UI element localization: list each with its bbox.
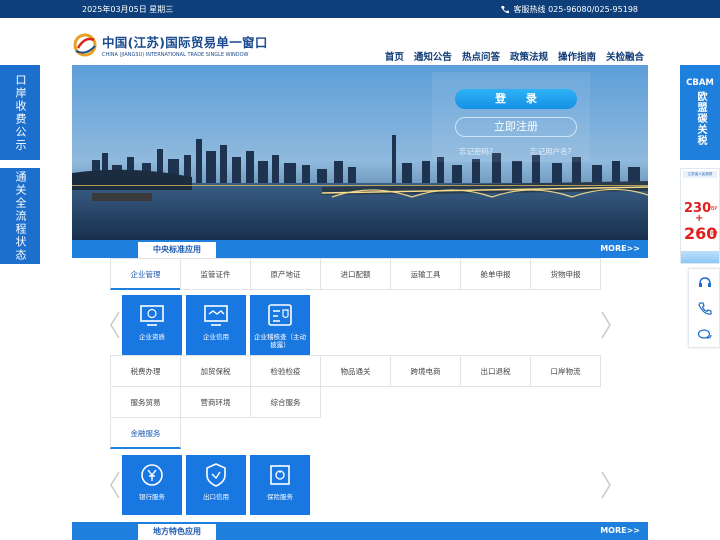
category-service-trade[interactable]: 服务贸易: [110, 386, 181, 418]
handshake-icon: [204, 305, 228, 326]
central-more-link[interactable]: MORE>>: [600, 244, 640, 253]
category-cross-border[interactable]: 跨境电商: [390, 355, 461, 387]
logo-title: 中国(江苏)国际贸易单一窗口: [102, 35, 268, 50]
category-row-2: 税费办理 加贸保税 检验检疫 物品通关 跨境电商 出口退税 口岸物流: [110, 355, 601, 387]
tiles-enterprise: 企业资质 企业信用 企业稽核查（主动披露）: [122, 295, 310, 355]
category-port-logistics[interactable]: 口岸物流: [530, 355, 601, 387]
tile-label: 银行服务: [139, 493, 165, 501]
category-row-4: 金融服务: [110, 417, 181, 449]
cbam-button[interactable]: CBAM 欧盟碳关税: [680, 65, 720, 160]
nav-guide[interactable]: 操作指南: [558, 49, 596, 63]
forgot-password-link[interactable]: 忘记密码?: [459, 146, 493, 157]
tile-label: 企业资质: [139, 333, 165, 341]
category-export-rebate[interactable]: 出口退税: [460, 355, 531, 387]
tile-insurance-service[interactable]: 保险服务: [250, 455, 310, 515]
carousel-prev-icon[interactable]: [109, 310, 121, 340]
carousel-next-icon[interactable]: [600, 310, 612, 340]
category-row-1: 企业管理 监管证件 原产地证 进口配额 运输工具 舱单申报 货物申报: [110, 258, 601, 290]
chat-icon[interactable]: [697, 327, 713, 343]
tile-label: 企业信用: [203, 333, 229, 341]
phone-icon: [500, 5, 509, 13]
logo-emblem-icon: [73, 33, 97, 57]
bp-promo-banner[interactable]: 江苏省人民政府 230 BP + 260 BP: [680, 168, 720, 264]
local-more-link[interactable]: MORE>>: [600, 526, 640, 535]
service-hotline: 客服热线 025-96080/025-95198: [500, 4, 638, 15]
safe-box-icon: [270, 465, 290, 485]
current-date: 2025年03月05日 星期三: [82, 5, 174, 14]
forgot-username-link[interactable]: 忘记用户名?: [530, 146, 571, 157]
category-business-env[interactable]: 营商环境: [180, 386, 251, 418]
service-toolbar: [688, 268, 720, 348]
carousel-prev-icon[interactable]: [109, 470, 121, 500]
category-manifest[interactable]: 舱单申报: [460, 258, 531, 290]
category-transport[interactable]: 运输工具: [390, 258, 461, 290]
central-section-bar: 中央标准应用 MORE>>: [72, 240, 648, 258]
bp-unit-2: BP: [711, 231, 718, 237]
yuan-coin-icon: [141, 464, 163, 486]
top-bar: 2025年03月05日 星期三 客服热线 025-96080/025-95198: [0, 0, 720, 18]
category-import-quota[interactable]: 进口配额: [320, 258, 391, 290]
bp-decoration: [681, 251, 719, 263]
cbam-subtitle: 欧盟碳关税: [695, 91, 706, 146]
monitor-icon: [140, 305, 164, 326]
site-logo[interactable]: 中国(江苏)国际贸易单一窗口 CHINA (JIANGSU) INTERNATI…: [72, 32, 268, 58]
tile-label: 出口信用: [203, 493, 229, 501]
phone-call-icon[interactable]: [697, 301, 713, 317]
category-integrated-service[interactable]: 综合服务: [250, 386, 321, 418]
category-articles[interactable]: 物品通关: [320, 355, 391, 387]
tile-label: 企业稽核查（主动披露）: [254, 333, 306, 349]
nav-home[interactable]: 首页: [385, 49, 404, 63]
bp-unit-1: BP: [711, 206, 718, 212]
plus-icon: +: [695, 213, 704, 224]
login-button[interactable]: 登 录: [455, 89, 577, 109]
category-regulatory-cert[interactable]: 监管证件: [180, 258, 251, 290]
shield-icon: [206, 463, 226, 487]
category-financial[interactable]: 金融服务: [110, 417, 181, 449]
nav-notices[interactable]: 通知公告: [414, 49, 452, 63]
port-fee-publicity-button[interactable]: 口岸收费公示: [0, 65, 40, 160]
logo-subtitle: CHINA (JIANGSU) INTERNATIONAL TRADE SING…: [102, 52, 249, 58]
audit-document-icon: [268, 304, 292, 326]
tile-enterprise-audit[interactable]: 企业稽核查（主动披露）: [250, 295, 310, 355]
header: 中国(江苏)国际贸易单一窗口 CHINA (JIANGSU) INTERNATI…: [0, 18, 720, 65]
main-nav: 首页 通知公告 热点问答 政策法规 操作指南 关检融合: [385, 49, 644, 63]
headset-icon[interactable]: [697, 275, 713, 291]
category-origin-cert[interactable]: 原产地证: [250, 258, 321, 290]
carousel-next-icon[interactable]: [600, 470, 612, 500]
local-section-bar: 地方特色应用 MORE>>: [72, 522, 648, 540]
tile-label: 保险服务: [267, 493, 293, 501]
category-goods-declaration[interactable]: 货物申报: [530, 258, 601, 290]
category-enterprise-mgmt[interactable]: 企业管理: [110, 258, 181, 290]
bp-header: 江苏省人民政府: [683, 171, 717, 178]
category-row-3: 服务贸易 营商环境 综合服务: [110, 386, 321, 418]
tile-enterprise-credit[interactable]: 企业信用: [186, 295, 246, 355]
clearance-status-button[interactable]: 通关全流程状态: [0, 168, 40, 264]
tile-export-credit[interactable]: 出口信用: [186, 455, 246, 515]
tab-central-apps[interactable]: 中央标准应用: [138, 240, 216, 258]
category-tax[interactable]: 税费办理: [110, 355, 181, 387]
tile-enterprise-qualification[interactable]: 企业资质: [122, 295, 182, 355]
hotline-text: 客服热线 025-96080/025-95198: [513, 5, 638, 14]
tab-local-apps[interactable]: 地方特色应用: [138, 522, 216, 540]
tiles-financial: 银行服务 出口信用 保险服务: [122, 455, 310, 515]
nav-faq[interactable]: 热点问答: [462, 49, 500, 63]
tile-bank-service[interactable]: 银行服务: [122, 455, 182, 515]
nav-policies[interactable]: 政策法规: [510, 49, 548, 63]
register-button[interactable]: 立即注册: [455, 117, 577, 137]
cbam-title: CBAM: [686, 78, 714, 88]
category-bonded[interactable]: 加贸保税: [180, 355, 251, 387]
category-inspection[interactable]: 检验检疫: [250, 355, 321, 387]
nav-customs-integration[interactable]: 关检融合: [606, 49, 644, 63]
